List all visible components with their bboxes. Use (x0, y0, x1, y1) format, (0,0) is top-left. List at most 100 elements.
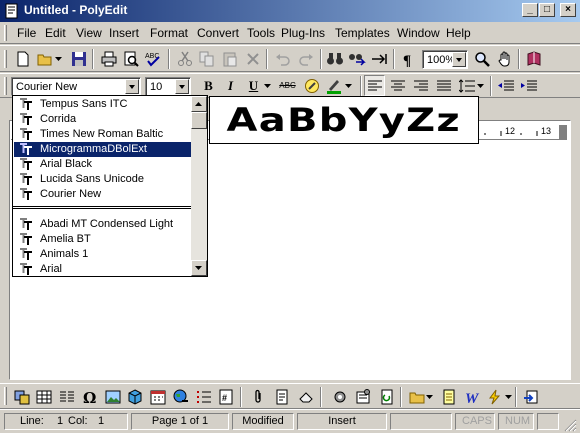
menu-edit[interactable]: Edit (45, 26, 66, 40)
font-dropdown-list[interactable]: Tempus Sans ITC Corrida Times New Roman … (12, 95, 208, 277)
scroll-down-button[interactable] (191, 260, 207, 276)
font-size-select[interactable]: 10 (145, 77, 191, 96)
font-list-scrollbar[interactable] (191, 96, 207, 276)
menu-format[interactable]: Format (150, 26, 188, 40)
menu-insert[interactable]: Insert (109, 26, 139, 40)
menubar-grip[interactable] (4, 25, 7, 41)
insert-table-button[interactable] (33, 386, 54, 407)
close-button[interactable]: × (560, 3, 576, 17)
font-item-courier-new[interactable]: Courier New (14, 187, 192, 202)
toolbar-grip[interactable] (4, 50, 7, 68)
notes-button[interactable] (438, 386, 459, 407)
replace-button[interactable] (346, 48, 367, 69)
attach-file-button[interactable] (247, 386, 268, 407)
menu-convert[interactable]: Convert (197, 26, 239, 40)
print-button[interactable] (98, 48, 119, 69)
menu-window[interactable]: Window (397, 26, 440, 40)
line-spacing-button[interactable] (456, 75, 477, 96)
font-item-corrida[interactable]: Corrida (14, 112, 192, 127)
toolbar-grip[interactable] (4, 387, 7, 405)
menu-tools[interactable]: Tools (247, 26, 275, 40)
justify-button[interactable] (433, 75, 454, 96)
increase-indent-button[interactable] (518, 75, 539, 96)
macro-button[interactable] (484, 386, 505, 407)
book-button[interactable] (523, 48, 544, 69)
line-spacing-dropdown[interactable] (475, 75, 485, 96)
show-formatting-button[interactable]: ¶ (397, 48, 418, 69)
font-item-microgrammadbolext[interactable]: MicrogrammaDBolExt (14, 142, 192, 157)
resize-grip-icon[interactable] (564, 419, 577, 432)
font-color-dropdown[interactable] (343, 75, 353, 96)
title-bar[interactable]: Untitled - PolyEdit _ □ × (0, 0, 580, 22)
open-recent-dropdown[interactable] (424, 386, 434, 407)
status-insert-mode[interactable]: Insert (297, 413, 387, 430)
font-item-lucida-sans-unicode[interactable]: Lucida Sans Unicode (14, 172, 192, 187)
menu-view[interactable]: View (76, 26, 102, 40)
insert-picture-button[interactable] (102, 386, 123, 407)
plugin-manager-button[interactable] (329, 386, 350, 407)
insert-page-number-button[interactable]: # (215, 386, 236, 407)
font-item-arial-black[interactable]: Arial Black (14, 157, 192, 172)
print-preview-button[interactable] (120, 48, 141, 69)
goto-button[interactable] (368, 48, 389, 69)
underline-button[interactable]: U (243, 75, 264, 96)
minimize-button[interactable]: _ (522, 3, 538, 17)
zoom-select[interactable]: 100% (422, 50, 468, 69)
font-item-abadi-mt-condensed-light[interactable]: Abadi MT Condensed Light (14, 217, 192, 232)
redo-button[interactable] (295, 48, 316, 69)
hand-tool-button[interactable] (494, 48, 515, 69)
strikethrough-button[interactable]: ABC (277, 75, 298, 96)
chevron-down-icon[interactable] (452, 52, 466, 67)
spellcheck-button[interactable]: ABC (143, 48, 164, 69)
menu-file[interactable]: File (17, 26, 36, 40)
maximize-button[interactable]: □ (539, 3, 555, 17)
insert-date-button[interactable] (147, 386, 168, 407)
cut-button[interactable] (174, 48, 195, 69)
menu-help[interactable]: Help (446, 26, 471, 40)
delete-button[interactable] (242, 48, 263, 69)
font-item-arial[interactable]: Arial (14, 262, 192, 277)
font-color-button[interactable] (323, 75, 344, 96)
italic-button[interactable]: I (220, 75, 241, 96)
insert-columns-button[interactable] (56, 386, 77, 407)
word-export-button[interactable]: W (461, 386, 482, 407)
scroll-thumb[interactable] (191, 112, 207, 129)
new-document-button[interactable] (12, 48, 33, 69)
highlight-button[interactable] (301, 75, 322, 96)
zoom-button[interactable] (471, 48, 492, 69)
font-item-amelia-bt[interactable]: Amelia BT (14, 232, 192, 247)
save-button[interactable] (68, 48, 89, 69)
undo-button[interactable] (272, 48, 293, 69)
open-dropdown[interactable] (53, 48, 63, 69)
insert-list-button[interactable] (193, 386, 214, 407)
align-center-button[interactable] (387, 75, 408, 96)
align-right-button[interactable] (410, 75, 431, 96)
font-item-tempus-sans-itc[interactable]: Tempus Sans ITC (14, 97, 192, 112)
underline-dropdown[interactable] (262, 75, 272, 96)
insert-file-button[interactable] (271, 386, 292, 407)
font-item-animals-1[interactable]: Animals 1 (14, 247, 192, 262)
decrease-indent-button[interactable] (495, 75, 516, 96)
insert-3d-object-button[interactable] (124, 386, 145, 407)
insert-hyperlink-button[interactable] (170, 386, 191, 407)
insert-object-button[interactable] (11, 386, 32, 407)
menu-plugins[interactable]: Plug-Ins (281, 26, 325, 40)
paste-button[interactable] (219, 48, 240, 69)
refresh-button[interactable] (376, 386, 397, 407)
chevron-down-icon[interactable] (125, 79, 139, 94)
align-left-button[interactable] (364, 75, 385, 96)
insert-symbol-button[interactable]: Ω (79, 386, 100, 407)
erase-format-button[interactable] (295, 386, 316, 407)
toolbar-grip[interactable] (4, 77, 7, 95)
macro-dropdown[interactable] (503, 386, 513, 407)
properties-button[interactable] (352, 386, 373, 407)
bold-button[interactable]: B (198, 75, 219, 96)
find-button[interactable] (324, 48, 345, 69)
font-item-times-new-roman-baltic[interactable]: Times New Roman Baltic (14, 127, 192, 142)
scroll-up-button[interactable] (191, 96, 207, 112)
copy-button[interactable] (196, 48, 217, 69)
font-name-select[interactable]: Courier New (11, 77, 141, 96)
menu-templates[interactable]: Templates (335, 26, 390, 40)
chevron-down-icon[interactable] (175, 79, 189, 94)
open-button[interactable] (34, 48, 55, 69)
